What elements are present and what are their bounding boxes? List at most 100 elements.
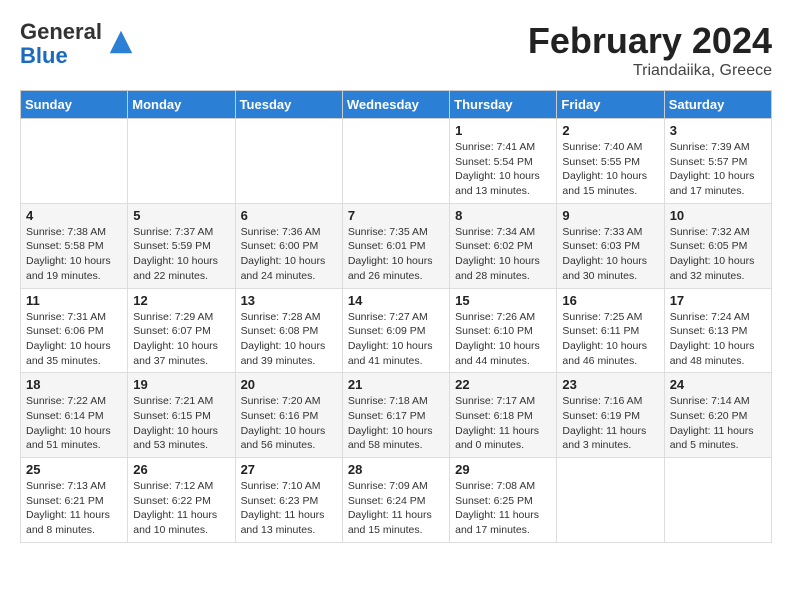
day-cell: 24 Sunrise: 7:14 AM Sunset: 6:20 PM Dayli…	[664, 373, 771, 458]
logo-general: General	[20, 20, 102, 44]
day-info: Sunrise: 7:25 AM Sunset: 6:11 PM Dayligh…	[562, 310, 658, 369]
day-header-saturday: Saturday	[664, 91, 771, 119]
day-number: 25	[26, 462, 122, 477]
day-number: 19	[133, 377, 229, 392]
day-info: Sunrise: 7:12 AM Sunset: 6:22 PM Dayligh…	[133, 479, 229, 538]
week-row-2: 4 Sunrise: 7:38 AM Sunset: 5:58 PM Daylig…	[21, 203, 772, 288]
day-info: Sunrise: 7:29 AM Sunset: 6:07 PM Dayligh…	[133, 310, 229, 369]
day-info: Sunrise: 7:41 AM Sunset: 5:54 PM Dayligh…	[455, 140, 551, 199]
day-cell: 10 Sunrise: 7:32 AM Sunset: 6:05 PM Dayli…	[664, 203, 771, 288]
week-row-4: 18 Sunrise: 7:22 AM Sunset: 6:14 PM Dayli…	[21, 373, 772, 458]
day-number: 24	[670, 377, 766, 392]
day-cell: 28 Sunrise: 7:09 AM Sunset: 6:24 PM Dayli…	[342, 458, 449, 543]
day-info: Sunrise: 7:32 AM Sunset: 6:05 PM Dayligh…	[670, 225, 766, 284]
calendar-table: SundayMondayTuesdayWednesdayThursdayFrid…	[20, 90, 772, 543]
day-info: Sunrise: 7:20 AM Sunset: 6:16 PM Dayligh…	[241, 394, 337, 453]
day-header-wednesday: Wednesday	[342, 91, 449, 119]
day-number: 3	[670, 123, 766, 138]
calendar-header: SundayMondayTuesdayWednesdayThursdayFrid…	[21, 91, 772, 119]
day-cell: 26 Sunrise: 7:12 AM Sunset: 6:22 PM Dayli…	[128, 458, 235, 543]
day-cell	[21, 119, 128, 204]
day-info: Sunrise: 7:16 AM Sunset: 6:19 PM Dayligh…	[562, 394, 658, 453]
day-cell: 13 Sunrise: 7:28 AM Sunset: 6:08 PM Dayli…	[235, 288, 342, 373]
day-cell: 15 Sunrise: 7:26 AM Sunset: 6:10 PM Dayli…	[450, 288, 557, 373]
day-cell: 6 Sunrise: 7:36 AM Sunset: 6:00 PM Daylig…	[235, 203, 342, 288]
logo-text: General Blue	[20, 20, 102, 68]
day-info: Sunrise: 7:38 AM Sunset: 5:58 PM Dayligh…	[26, 225, 122, 284]
day-cell: 11 Sunrise: 7:31 AM Sunset: 6:06 PM Dayli…	[21, 288, 128, 373]
day-info: Sunrise: 7:22 AM Sunset: 6:14 PM Dayligh…	[26, 394, 122, 453]
day-number: 15	[455, 293, 551, 308]
day-cell: 3Sunrise: 7:39 AM Sunset: 5:57 PM Daylig…	[664, 119, 771, 204]
day-number: 8	[455, 208, 551, 223]
day-info: Sunrise: 7:27 AM Sunset: 6:09 PM Dayligh…	[348, 310, 444, 369]
day-info: Sunrise: 7:26 AM Sunset: 6:10 PM Dayligh…	[455, 310, 551, 369]
day-cell	[557, 458, 664, 543]
day-number: 18	[26, 377, 122, 392]
day-number: 22	[455, 377, 551, 392]
day-info: Sunrise: 7:18 AM Sunset: 6:17 PM Dayligh…	[348, 394, 444, 453]
day-number: 13	[241, 293, 337, 308]
day-number: 11	[26, 293, 122, 308]
day-info: Sunrise: 7:09 AM Sunset: 6:24 PM Dayligh…	[348, 479, 444, 538]
day-cell: 21 Sunrise: 7:18 AM Sunset: 6:17 PM Dayli…	[342, 373, 449, 458]
day-header-monday: Monday	[128, 91, 235, 119]
main-title: February 2024	[528, 20, 772, 62]
day-number: 9	[562, 208, 658, 223]
day-number: 6	[241, 208, 337, 223]
title-block: February 2024 Triandaiika, Greece	[528, 20, 772, 80]
day-info: Sunrise: 7:14 AM Sunset: 6:20 PM Dayligh…	[670, 394, 766, 453]
day-info: Sunrise: 7:28 AM Sunset: 6:08 PM Dayligh…	[241, 310, 337, 369]
day-cell: 16 Sunrise: 7:25 AM Sunset: 6:11 PM Dayli…	[557, 288, 664, 373]
day-number: 20	[241, 377, 337, 392]
day-cell: 2Sunrise: 7:40 AM Sunset: 5:55 PM Daylig…	[557, 119, 664, 204]
day-number: 23	[562, 377, 658, 392]
day-cell: 25 Sunrise: 7:13 AM Sunset: 6:21 PM Dayli…	[21, 458, 128, 543]
day-info: Sunrise: 7:21 AM Sunset: 6:15 PM Dayligh…	[133, 394, 229, 453]
day-info: Sunrise: 7:36 AM Sunset: 6:00 PM Dayligh…	[241, 225, 337, 284]
day-info: Sunrise: 7:40 AM Sunset: 5:55 PM Dayligh…	[562, 140, 658, 199]
day-number: 14	[348, 293, 444, 308]
day-number: 28	[348, 462, 444, 477]
day-header-sunday: Sunday	[21, 91, 128, 119]
day-cell: 14 Sunrise: 7:27 AM Sunset: 6:09 PM Dayli…	[342, 288, 449, 373]
day-number: 1	[455, 123, 551, 138]
day-cell	[235, 119, 342, 204]
week-row-5: 25 Sunrise: 7:13 AM Sunset: 6:21 PM Dayli…	[21, 458, 772, 543]
calendar-body: 1 Sunrise: 7:41 AM Sunset: 5:54 PM Daylig…	[21, 119, 772, 543]
day-number: 5	[133, 208, 229, 223]
page-header: General Blue February 2024 Triandaiika, …	[20, 20, 772, 80]
subtitle: Triandaiika, Greece	[528, 62, 772, 80]
day-number: 29	[455, 462, 551, 477]
day-cell: 5Sunrise: 7:37 AM Sunset: 5:59 PM Daylig…	[128, 203, 235, 288]
day-cell: 19 Sunrise: 7:21 AM Sunset: 6:15 PM Dayli…	[128, 373, 235, 458]
day-cell: 1 Sunrise: 7:41 AM Sunset: 5:54 PM Daylig…	[450, 119, 557, 204]
day-cell: 4 Sunrise: 7:38 AM Sunset: 5:58 PM Daylig…	[21, 203, 128, 288]
day-number: 10	[670, 208, 766, 223]
day-number: 21	[348, 377, 444, 392]
day-header-row: SundayMondayTuesdayWednesdayThursdayFrid…	[21, 91, 772, 119]
day-cell: 29 Sunrise: 7:08 AM Sunset: 6:25 PM Dayli…	[450, 458, 557, 543]
day-cell: 7Sunrise: 7:35 AM Sunset: 6:01 PM Daylig…	[342, 203, 449, 288]
day-info: Sunrise: 7:08 AM Sunset: 6:25 PM Dayligh…	[455, 479, 551, 538]
logo: General Blue	[20, 20, 136, 68]
day-header-tuesday: Tuesday	[235, 91, 342, 119]
day-cell: 22 Sunrise: 7:17 AM Sunset: 6:18 PM Dayli…	[450, 373, 557, 458]
day-info: Sunrise: 7:13 AM Sunset: 6:21 PM Dayligh…	[26, 479, 122, 538]
day-cell	[664, 458, 771, 543]
day-number: 16	[562, 293, 658, 308]
logo-blue: Blue	[20, 44, 102, 68]
day-cell: 20 Sunrise: 7:20 AM Sunset: 6:16 PM Dayli…	[235, 373, 342, 458]
day-cell: 23 Sunrise: 7:16 AM Sunset: 6:19 PM Dayli…	[557, 373, 664, 458]
day-info: Sunrise: 7:10 AM Sunset: 6:23 PM Dayligh…	[241, 479, 337, 538]
day-header-friday: Friday	[557, 91, 664, 119]
day-header-thursday: Thursday	[450, 91, 557, 119]
day-info: Sunrise: 7:31 AM Sunset: 6:06 PM Dayligh…	[26, 310, 122, 369]
day-info: Sunrise: 7:34 AM Sunset: 6:02 PM Dayligh…	[455, 225, 551, 284]
day-info: Sunrise: 7:17 AM Sunset: 6:18 PM Dayligh…	[455, 394, 551, 453]
day-cell: 9Sunrise: 7:33 AM Sunset: 6:03 PM Daylig…	[557, 203, 664, 288]
day-number: 4	[26, 208, 122, 223]
day-cell: 12Sunrise: 7:29 AM Sunset: 6:07 PM Dayli…	[128, 288, 235, 373]
week-row-1: 1 Sunrise: 7:41 AM Sunset: 5:54 PM Daylig…	[21, 119, 772, 204]
day-number: 26	[133, 462, 229, 477]
